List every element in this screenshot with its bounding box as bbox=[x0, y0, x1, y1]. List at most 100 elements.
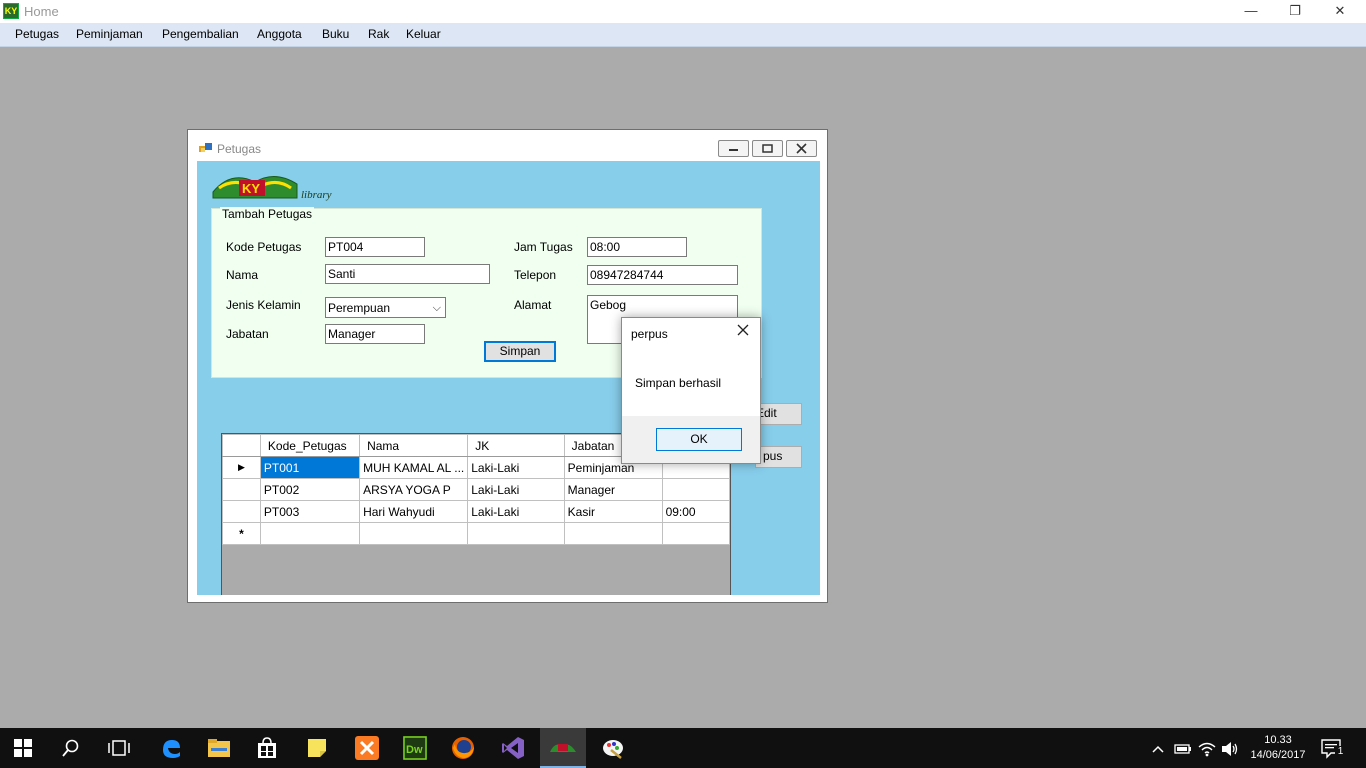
jabatan-label: Jabatan bbox=[226, 327, 269, 341]
table-cell[interactable]: PT003 bbox=[259, 500, 361, 523]
table-cell[interactable]: Laki-Laki bbox=[467, 456, 565, 479]
column-header[interactable]: Kode_Petugas bbox=[259, 434, 361, 457]
windows-icon bbox=[14, 739, 32, 757]
child-minimize-button[interactable] bbox=[718, 140, 749, 157]
clock-date: 14/06/2017 bbox=[1250, 749, 1306, 761]
table-cell[interactable]: Kasir bbox=[563, 500, 663, 523]
table-cell[interactable]: MUH KAMAL AL ... bbox=[359, 456, 469, 479]
restore-button[interactable]: ❐ bbox=[1272, 0, 1318, 23]
edit-button[interactable]: Edit bbox=[755, 403, 802, 425]
new-row[interactable]: * bbox=[222, 522, 730, 545]
new-row-marker: * bbox=[222, 522, 261, 545]
table-cell[interactable]: Laki-Laki bbox=[467, 500, 565, 523]
logo-text: KY bbox=[242, 181, 260, 196]
notification-center-button[interactable]: 1 bbox=[1320, 737, 1346, 759]
jabatan-input[interactable]: Manager bbox=[325, 324, 425, 344]
library-app-icon[interactable] bbox=[540, 728, 586, 768]
hapus-button[interactable]: pus bbox=[755, 446, 802, 468]
logo-tagline: library bbox=[301, 189, 332, 201]
jam-tugas-label: Jam Tugas bbox=[514, 240, 573, 254]
wifi-icon[interactable] bbox=[1198, 728, 1216, 768]
petugas-window-title: Petugas bbox=[217, 142, 262, 156]
column-header[interactable]: JK bbox=[467, 434, 565, 457]
volume-icon[interactable] bbox=[1221, 728, 1239, 768]
table-cell[interactable]: Hari Wahyudi bbox=[359, 500, 469, 523]
table-cell[interactable] bbox=[661, 522, 730, 545]
kode-petugas-label: Kode Petugas bbox=[226, 240, 302, 254]
table-cell[interactable]: Laki-Laki bbox=[467, 478, 565, 501]
table-cell[interactable]: PT001 bbox=[259, 456, 361, 479]
library-logo: KY library bbox=[211, 168, 371, 202]
task-view-icon bbox=[108, 740, 130, 756]
svg-text:Dw: Dw bbox=[406, 744, 423, 756]
jam-tugas-input[interactable]: 08:00 bbox=[587, 237, 687, 257]
message-box: perpus Simpan berhasil OK bbox=[621, 317, 761, 464]
group-title: Tambah Petugas bbox=[220, 207, 315, 221]
ok-button[interactable]: OK bbox=[656, 428, 742, 451]
table-cell[interactable]: Manager bbox=[563, 478, 663, 501]
column-header[interactable]: Nama bbox=[359, 434, 469, 457]
row-header-corner bbox=[222, 434, 261, 457]
visual-studio-icon[interactable] bbox=[490, 728, 536, 768]
jenis-kelamin-value: Perempuan bbox=[328, 301, 391, 315]
message-text: Simpan berhasil bbox=[635, 376, 722, 390]
nama-input[interactable]: Santi bbox=[325, 264, 490, 284]
close-button[interactable]: ✕ bbox=[1317, 0, 1363, 23]
message-box-footer: OK bbox=[622, 416, 760, 463]
table-cell[interactable]: PT002 bbox=[259, 478, 361, 501]
search-button[interactable] bbox=[48, 728, 94, 768]
table-cell[interactable] bbox=[563, 522, 663, 545]
simpan-button[interactable]: Simpan bbox=[484, 341, 556, 362]
menu-anggota[interactable]: Anggota bbox=[257, 27, 302, 41]
taskbar-clock[interactable]: 10.33 14/06/2017 bbox=[1238, 733, 1318, 763]
notification-count: 1 bbox=[1335, 746, 1346, 758]
chevron-up-icon[interactable] bbox=[1151, 728, 1165, 768]
menu-pengembalian[interactable]: Pengembalian bbox=[162, 27, 239, 41]
store-icon[interactable] bbox=[244, 728, 290, 768]
dreamweaver-icon[interactable]: Dw bbox=[392, 728, 438, 768]
child-close-button[interactable] bbox=[786, 140, 817, 157]
task-view-button[interactable] bbox=[96, 728, 142, 768]
close-icon[interactable] bbox=[736, 323, 750, 342]
row-header bbox=[222, 500, 261, 523]
message-box-title: perpus bbox=[631, 327, 668, 341]
paint-icon[interactable] bbox=[590, 728, 636, 768]
table-cell[interactable]: 09:00 bbox=[661, 500, 730, 523]
form-icon bbox=[199, 143, 212, 152]
battery-icon[interactable] bbox=[1174, 728, 1192, 768]
menu-keluar[interactable]: Keluar bbox=[406, 27, 441, 41]
menu-peminjaman[interactable]: Peminjaman bbox=[76, 27, 143, 41]
menu-bar: Petugas Peminjaman Pengembalian Anggota … bbox=[0, 23, 1366, 47]
telepon-label: Telepon bbox=[514, 268, 557, 282]
table-cell[interactable] bbox=[661, 478, 730, 501]
search-icon bbox=[62, 739, 79, 757]
start-button[interactable] bbox=[0, 728, 46, 768]
child-maximize-button[interactable] bbox=[752, 140, 783, 157]
clock-time: 10.33 bbox=[1264, 734, 1292, 746]
table-cell[interactable]: ARSYA YOGA P bbox=[359, 478, 469, 501]
sticky-notes-icon[interactable] bbox=[294, 728, 340, 768]
taskbar: Dw 10.33 14/06/2017 1 bbox=[0, 728, 1366, 768]
file-explorer-icon[interactable] bbox=[196, 728, 242, 768]
menu-rak[interactable]: Rak bbox=[368, 27, 389, 41]
alamat-label: Alamat bbox=[514, 298, 552, 312]
edge-icon[interactable] bbox=[148, 728, 194, 768]
minimize-button[interactable]: — bbox=[1228, 0, 1274, 23]
firefox-icon[interactable] bbox=[440, 728, 486, 768]
kode-petugas-input[interactable]: PT004 bbox=[325, 237, 425, 257]
current-row-marker: ▶ bbox=[222, 456, 261, 479]
telepon-input[interactable]: 08947284744 bbox=[587, 265, 738, 285]
nama-label: Nama bbox=[226, 268, 259, 282]
table-row[interactable]: PT002 ARSYA YOGA P Laki-Laki Manager bbox=[222, 478, 730, 501]
table-row[interactable]: PT003 Hari Wahyudi Laki-Laki Kasir 09:00 bbox=[222, 500, 730, 523]
menu-buku[interactable]: Buku bbox=[322, 27, 349, 41]
jenis-kelamin-select[interactable]: Perempuan ⌵ bbox=[325, 297, 446, 318]
table-cell[interactable] bbox=[259, 522, 361, 545]
table-cell[interactable] bbox=[359, 522, 469, 545]
xampp-icon[interactable] bbox=[344, 728, 390, 768]
main-window-title: Home bbox=[24, 4, 59, 19]
table-cell[interactable] bbox=[467, 522, 565, 545]
main-title-bar: KY Home — ❐ ✕ bbox=[0, 0, 1366, 23]
app-icon: KY bbox=[3, 3, 19, 19]
menu-petugas[interactable]: Petugas bbox=[15, 27, 59, 41]
